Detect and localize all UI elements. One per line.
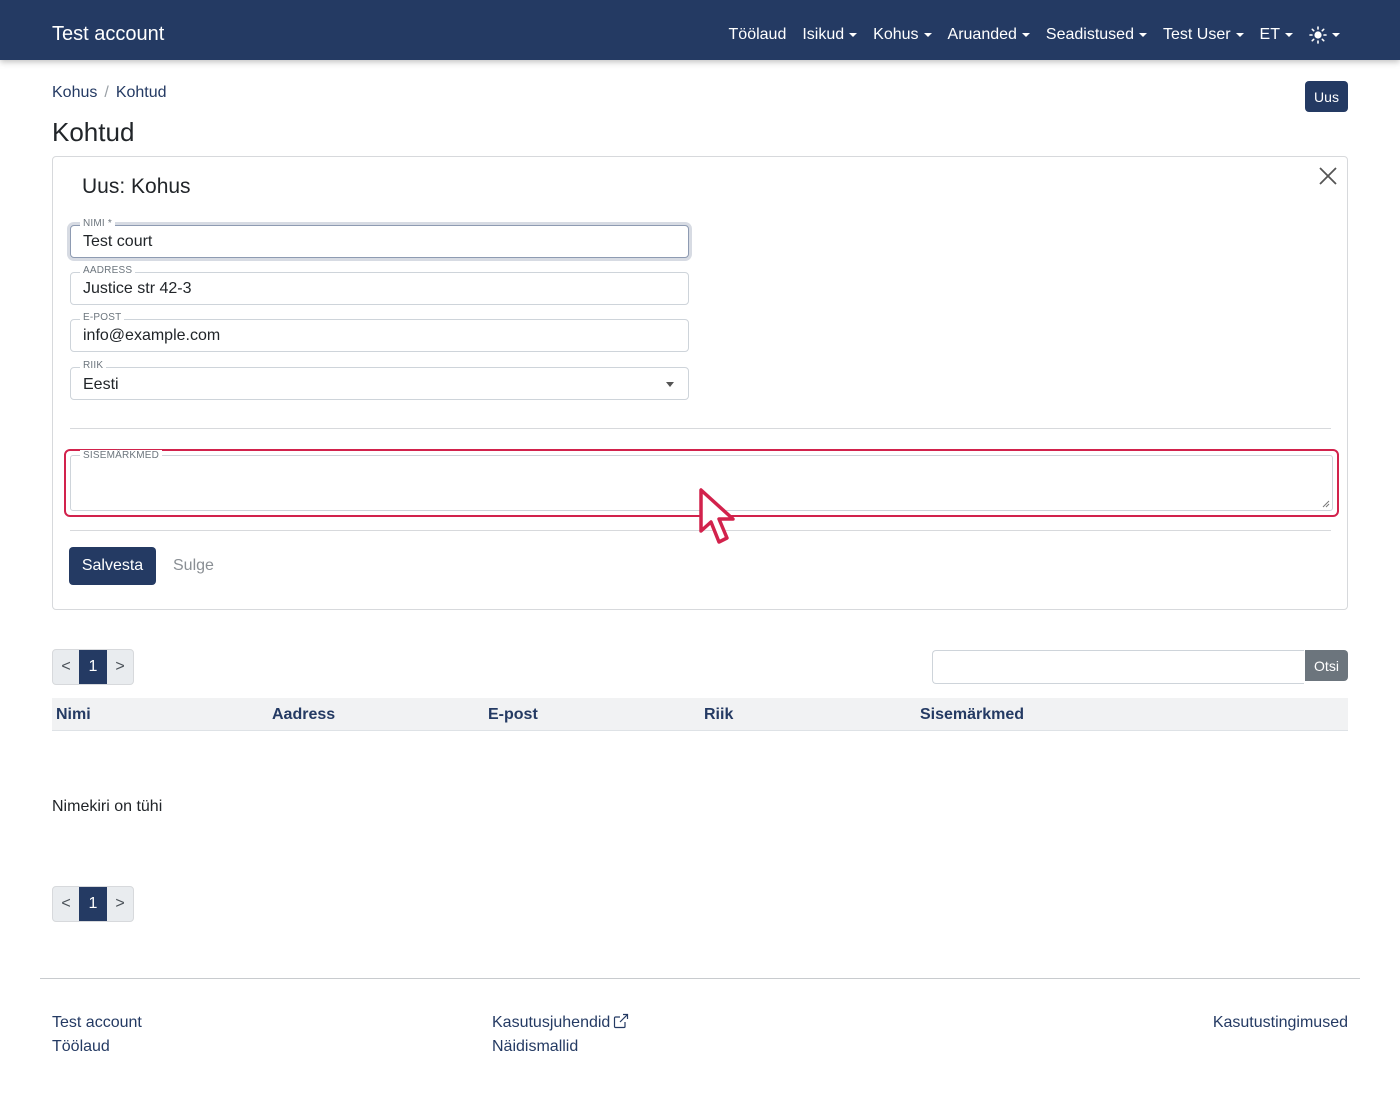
nav-item-label: Kohus	[873, 26, 919, 43]
nav-item-label: Isikud	[802, 26, 845, 43]
search-button[interactable]: Otsi	[1305, 650, 1348, 681]
email-field: E-POST	[70, 312, 689, 352]
pagination-top: < 1 >	[52, 649, 134, 685]
nav-item-label: Töölaud	[728, 26, 787, 43]
pagination-prev[interactable]: <	[53, 650, 79, 684]
caret-down-icon	[1235, 33, 1244, 37]
pagination-page[interactable]: 1	[79, 650, 107, 684]
footer-link-templates[interactable]: Näidismallid	[492, 1037, 578, 1057]
address-field: AADRESS	[70, 265, 689, 305]
notes-field-label: SISEMÄRKMED	[80, 450, 163, 462]
form-title: Uus: Kohus	[82, 175, 191, 198]
nav-item-kohus[interactable]: Kohus	[873, 24, 932, 46]
nav-item-label: ET	[1259, 26, 1280, 43]
column-header-nimi[interactable]: Nimi	[56, 705, 91, 725]
pagination-page[interactable]: 1	[79, 887, 107, 921]
name-input[interactable]	[83, 232, 673, 252]
column-header-epost[interactable]: E-post	[488, 705, 538, 725]
column-header-aadress[interactable]: Aadress	[272, 705, 335, 725]
email-input[interactable]	[83, 326, 673, 346]
nav-item-user-menu[interactable]: Test User	[1163, 24, 1244, 46]
caret-down-icon	[849, 33, 858, 37]
breadcrumb-item-kohus[interactable]: Kohus	[52, 83, 97, 103]
table-header: Nimi Aadress E-post Riik Sisemärkmed	[52, 698, 1348, 731]
caret-down-icon	[1138, 33, 1147, 37]
footer-link-label: Kasutusjuhendid	[492, 1014, 611, 1031]
chevron-down-icon	[666, 382, 674, 387]
breadcrumb: Kohus / Kohtud	[52, 83, 167, 103]
new-button[interactable]: Uus	[1305, 81, 1348, 112]
notes-highlight: SISEMÄRKMED	[64, 449, 1339, 517]
divider	[70, 428, 1331, 429]
new-court-form-card: Uus: Kohus NIMI * AADRESS E-POST RIIK Ee…	[52, 156, 1348, 610]
search-input[interactable]	[932, 650, 1304, 684]
pagination-next[interactable]: >	[107, 887, 133, 921]
pagination-next[interactable]: >	[107, 650, 133, 684]
sun-icon	[1309, 26, 1327, 44]
address-field-label: AADRESS	[80, 265, 136, 277]
name-field: NIMI *	[70, 218, 689, 258]
country-selected-value: Eesti	[83, 376, 119, 393]
address-input[interactable]	[83, 279, 673, 299]
country-select[interactable]: RIIK Eesti	[70, 360, 689, 400]
top-navbar: Test account Töölaud Isikud Kohus Aruand…	[0, 0, 1400, 60]
column-header-riik[interactable]: Riik	[704, 705, 733, 725]
email-field-label: E-POST	[80, 312, 125, 324]
nav-item-seadistused[interactable]: Seadistused	[1046, 24, 1147, 46]
footer-link-toolaud[interactable]: Töölaud	[52, 1037, 110, 1057]
divider	[70, 530, 1331, 531]
theme-toggle[interactable]	[1309, 26, 1340, 44]
brand-link[interactable]: Test account	[52, 22, 164, 46]
caret-down-icon	[1285, 33, 1293, 37]
caret-down-icon	[923, 33, 932, 37]
page-title: Kohtud	[52, 117, 135, 147]
nav-item-aruanded[interactable]: Aruanded	[948, 24, 1030, 46]
close-icon[interactable]	[1317, 165, 1339, 187]
country-field-label: RIIK	[80, 360, 107, 372]
name-field-label: NIMI *	[80, 218, 115, 230]
nav-item-label: Aruanded	[947, 26, 1017, 43]
pagination-prev[interactable]: <	[53, 887, 79, 921]
breadcrumb-item-kohtud[interactable]: Kohtud	[116, 83, 167, 103]
footer-link-account[interactable]: Test account	[52, 1013, 142, 1033]
resize-handle-icon[interactable]	[1322, 500, 1330, 508]
nav-menu: Töölaud Isikud Kohus Aruanded Seadistuse…	[713, 24, 1340, 46]
nav-item-language[interactable]: ET	[1260, 24, 1293, 46]
pagination-bottom: < 1 >	[52, 886, 134, 922]
nav-item-label: Test User	[1162, 26, 1231, 43]
notes-textarea[interactable]: SISEMÄRKMED	[70, 450, 1333, 511]
caret-down-icon	[1332, 33, 1340, 37]
caret-down-icon	[1021, 33, 1030, 37]
save-button[interactable]: Salvesta	[69, 547, 156, 585]
nav-item-isikud[interactable]: Isikud	[802, 24, 858, 46]
footer-link-manuals[interactable]: Kasutusjuhendid	[492, 1013, 629, 1033]
external-link-icon	[614, 1013, 629, 1029]
nav-item-toolaud[interactable]: Töölaud	[729, 24, 787, 46]
empty-list-message: Nimekiri on tühi	[52, 798, 163, 815]
footer-link-terms[interactable]: Kasutustingimused	[1213, 1013, 1348, 1033]
column-header-sisemarkmed[interactable]: Sisemärkmed	[920, 705, 1024, 725]
footer-divider	[40, 978, 1360, 979]
nav-item-label: Seadistused	[1045, 26, 1134, 43]
breadcrumb-separator: /	[104, 84, 109, 101]
close-button[interactable]: Sulge	[173, 556, 214, 576]
